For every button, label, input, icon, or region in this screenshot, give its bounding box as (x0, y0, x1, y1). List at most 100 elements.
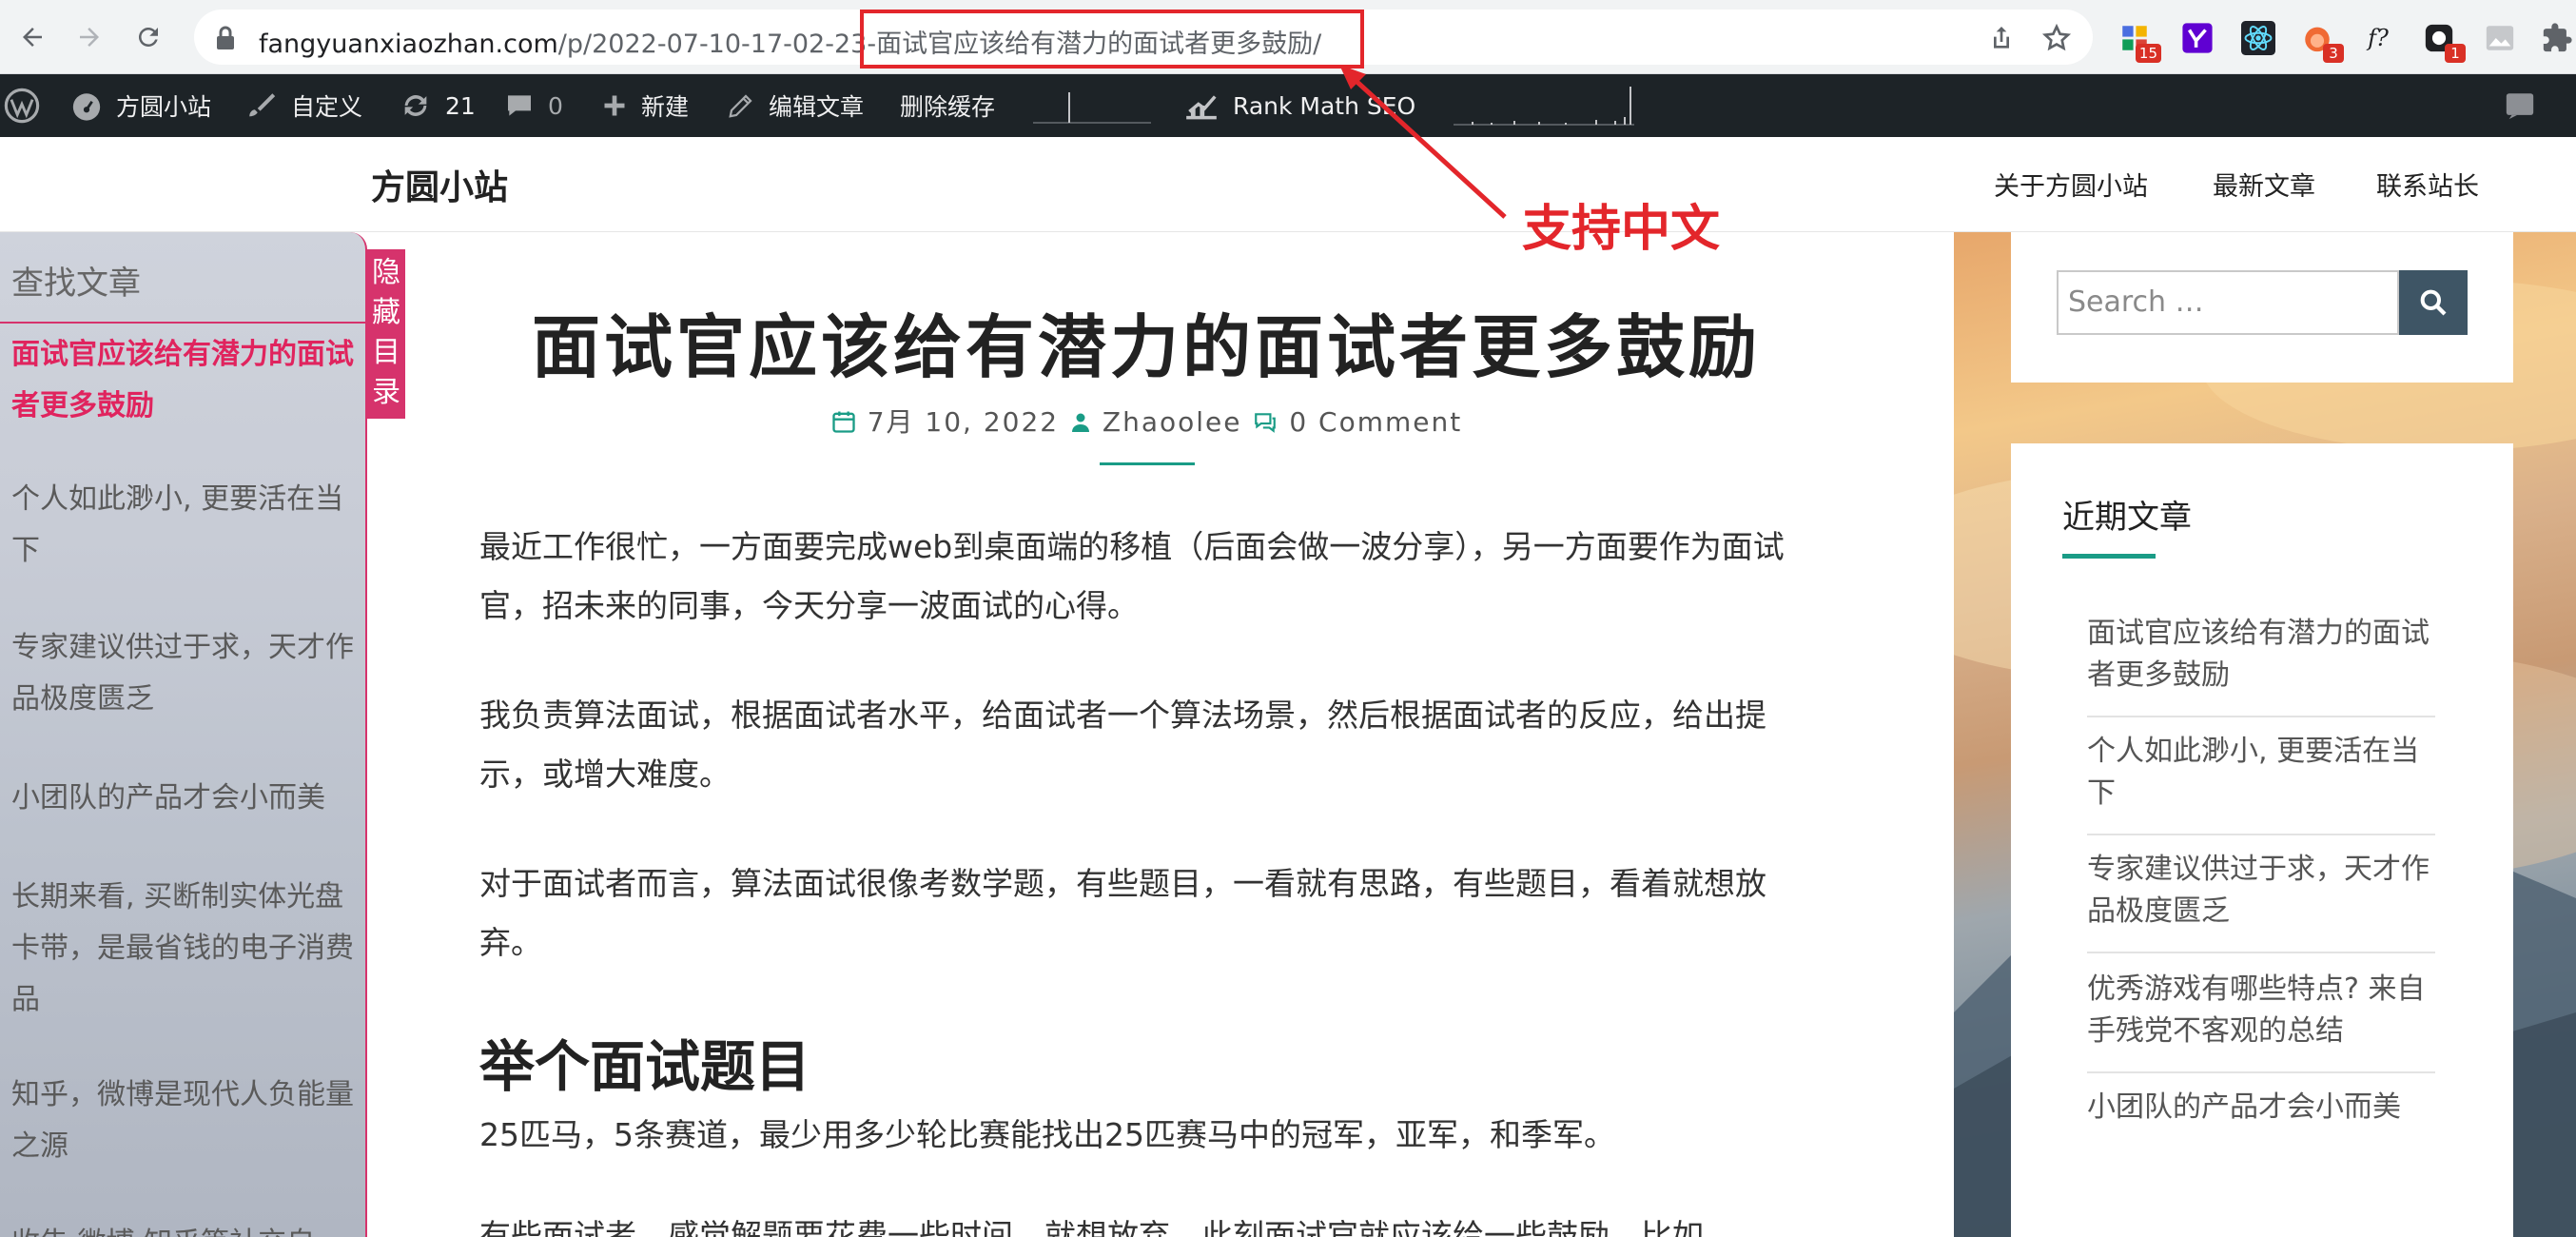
search-icon (2420, 289, 2447, 316)
extension-badge: 3 (2323, 44, 2344, 63)
adminbar-edit-post-label: 编辑文章 (769, 93, 865, 121)
post-content: 面试官应该给有潜力的面试者更多鼓励 7月 10, 2022 Zhaoolee 0… (447, 232, 1845, 1237)
toc-item[interactable]: 个人如此渺小, 更要活在当下 (11, 474, 354, 577)
adminbar-clear-cache[interactable]: 删除缓存 (900, 74, 995, 137)
toc-item[interactable]: 专家建议供过于求，天才作品极度匮乏 (11, 622, 354, 725)
toc-item[interactable]: 收告 微博 知乎等社交自 (11, 1218, 354, 1237)
search-input[interactable]: Search … (2057, 270, 2399, 335)
recent-post-link[interactable]: 优秀游戏有哪些特点? 来自手残党不客观的总结 (2087, 969, 2435, 1052)
dark-extension-icon[interactable]: 1 (2422, 21, 2466, 63)
author-icon (1072, 413, 1089, 432)
toc-item[interactable]: 知乎，微博是现代人负能量之源 (11, 1070, 354, 1172)
toc-item[interactable]: 小团队的产品才会小而美 (11, 773, 354, 824)
dashboard-gauge-icon (72, 93, 101, 121)
annotation-label: 支持中文 (1522, 201, 1721, 258)
browser-toolbar: fangyuanxiaozhan.com/p/2022-07-10-17-02-… (0, 0, 2576, 74)
adminbar-customize[interactable]: 自定义 (245, 74, 362, 137)
recent-post-link[interactable]: 个人如此渺小, 更要活在当下 (2087, 731, 2435, 815)
post-title: 面试官应该给有潜力的面试者更多鼓励 (531, 307, 1761, 387)
recent-post-divider (2087, 716, 2435, 717)
traffic-sparkline-icon (1454, 87, 1634, 126)
adminbar-new-label: 新建 (641, 93, 690, 121)
toc-toggle-button[interactable]: 隐藏目录 (367, 249, 405, 419)
adminbar-updates-count: 21 (445, 91, 476, 120)
post-paragraph: 对于面试者而言，算法面试很像考数学题，有些题目，一看就有思路，有些题目，看着就想… (479, 865, 1766, 961)
widget-title-underline (2062, 554, 2156, 559)
bookmark-star-icon[interactable] (2041, 23, 2072, 53)
adminbar-traffic-sparkline (1454, 74, 1648, 137)
toc-divider (0, 322, 365, 324)
recent-post-link[interactable]: 面试官应该给有潜力的面试者更多鼓励 (2087, 613, 2435, 697)
recent-post-link[interactable]: 专家建议供过于求，天才作品极度匮乏 (2087, 849, 2435, 933)
formula-extension-icon[interactable]: f? (2361, 21, 2395, 55)
recent-post-divider (2087, 1071, 2435, 1073)
recent-post-divider (2087, 952, 2435, 953)
back-button[interactable] (13, 18, 51, 56)
toc-item[interactable]: 长期来看, 买断制实体光盘卡带，是最省钱的电子消费品 (11, 872, 354, 1026)
formula-glyph: f? (2368, 25, 2389, 51)
search-widget: Search … (2011, 232, 2513, 383)
adminbar-edit-post[interactable]: 编辑文章 (727, 74, 864, 137)
wp-admin-bar: 方圆小站 自定义 21 0 新建 编辑文章 删除缓存 Rank Math SEO (0, 74, 2576, 137)
lock-icon (217, 26, 234, 49)
toc-toggle-label: 隐藏目录 (372, 256, 400, 409)
react-extension-icon[interactable] (2241, 21, 2275, 55)
fire-extension-icon[interactable]: 3 (2300, 21, 2344, 63)
post-comments[interactable]: 0 Comment (1289, 406, 1462, 438)
url-host: fangyuanxiaozhan.com (259, 29, 558, 59)
adminbar-customize-label: 自定义 (291, 93, 363, 121)
adminbar-site-name[interactable]: 方圆小站 (70, 74, 211, 137)
post-paragraph: 有些面试者，感觉解题要花费一些时间，就想放弃，此刻面试官就应该给一些鼓励，比如 (479, 1217, 1704, 1237)
sparkline-chart-icon (1033, 92, 1151, 124)
extension-badge: 1 (2445, 44, 2466, 63)
forward-button[interactable] (70, 18, 108, 56)
adminbar-new[interactable]: 新建 (601, 74, 689, 137)
nav-item-contact[interactable]: 联系站长 (2376, 166, 2479, 203)
plus-icon (604, 95, 625, 116)
reload-button[interactable] (129, 18, 167, 56)
reload-icon (138, 27, 158, 47)
site-title[interactable]: 方圆小站 (371, 160, 508, 209)
chat-avatar-icon (2506, 93, 2534, 120)
adminbar-updates[interactable]: 21 (400, 74, 476, 137)
wordpress-logo-icon (4, 88, 40, 124)
rank-math-chart-icon (1186, 95, 1217, 120)
search-placeholder: Search … (2068, 285, 2204, 319)
nav-item-latest[interactable]: 最新文章 (2213, 166, 2315, 203)
calendar-icon (832, 411, 855, 433)
extension-badge: 15 (2135, 44, 2161, 63)
comments-icon (1255, 413, 1277, 433)
adminbar-comments[interactable]: 0 (504, 74, 563, 137)
recent-posts-title: 近期文章 (2062, 499, 2192, 537)
post-paragraph: 我负责算法面试，根据面试者水平，给面试者一个算法场景，然后根据面试者的反应，给出… (479, 697, 1766, 793)
share-icon[interactable] (1986, 23, 2017, 53)
nav-item-about[interactable]: 关于方圆小站 (1994, 166, 2148, 203)
extensions-puzzle-icon[interactable] (2540, 21, 2574, 55)
adminbar-seo-label: Rank Math SEO (1233, 91, 1416, 120)
adminbar-rank-math-seo[interactable]: Rank Math SEO (1183, 74, 1415, 137)
wordpress-menu[interactable] (4, 74, 53, 137)
search-button[interactable] (2399, 270, 2468, 335)
url-highlight-box (860, 10, 1364, 69)
recent-post-link[interactable]: 小团队的产品才会小而美 (2087, 1087, 2435, 1129)
yahoo-extension-icon[interactable] (2180, 21, 2215, 55)
toc-item-active[interactable]: 面试官应该给有潜力的面试者更多鼓励 (11, 329, 354, 432)
site-header: 方圆小站 关于方圆小站 最新文章 联系站长 (0, 137, 2576, 232)
adminbar-comments-count: 0 (548, 91, 563, 120)
adminbar-stats-sparkline (1033, 74, 1164, 137)
adminbar-account[interactable] (2504, 74, 2549, 137)
post-paragraph: 最近工作很忙，一方面要完成web到桌面端的移植（后面会做一波分享），另一方面要作… (479, 528, 1785, 624)
back-arrow-icon (23, 28, 42, 47)
post-author[interactable]: Zhaoolee (1103, 406, 1242, 438)
adminbar-site-name-label: 方圆小站 (116, 93, 212, 121)
post-date[interactable]: 7月 10, 2022 (868, 406, 1059, 438)
puzzle-extension-icon[interactable]: 15 (2117, 21, 2161, 63)
toc-title: 查找文章 (11, 265, 141, 303)
brush-icon (249, 93, 276, 117)
recent-posts-widget: 近期文章 面试官应该给有潜力的面试者更多鼓励 个人如此渺小, 更要活在当下 专家… (2011, 443, 2513, 1237)
updates-refresh-icon (404, 95, 427, 116)
forward-arrow-icon (80, 28, 99, 47)
meta-underline (1100, 462, 1195, 465)
post-heading: 举个面试题目 (479, 1034, 811, 1099)
image-extension-icon[interactable] (2483, 21, 2517, 55)
